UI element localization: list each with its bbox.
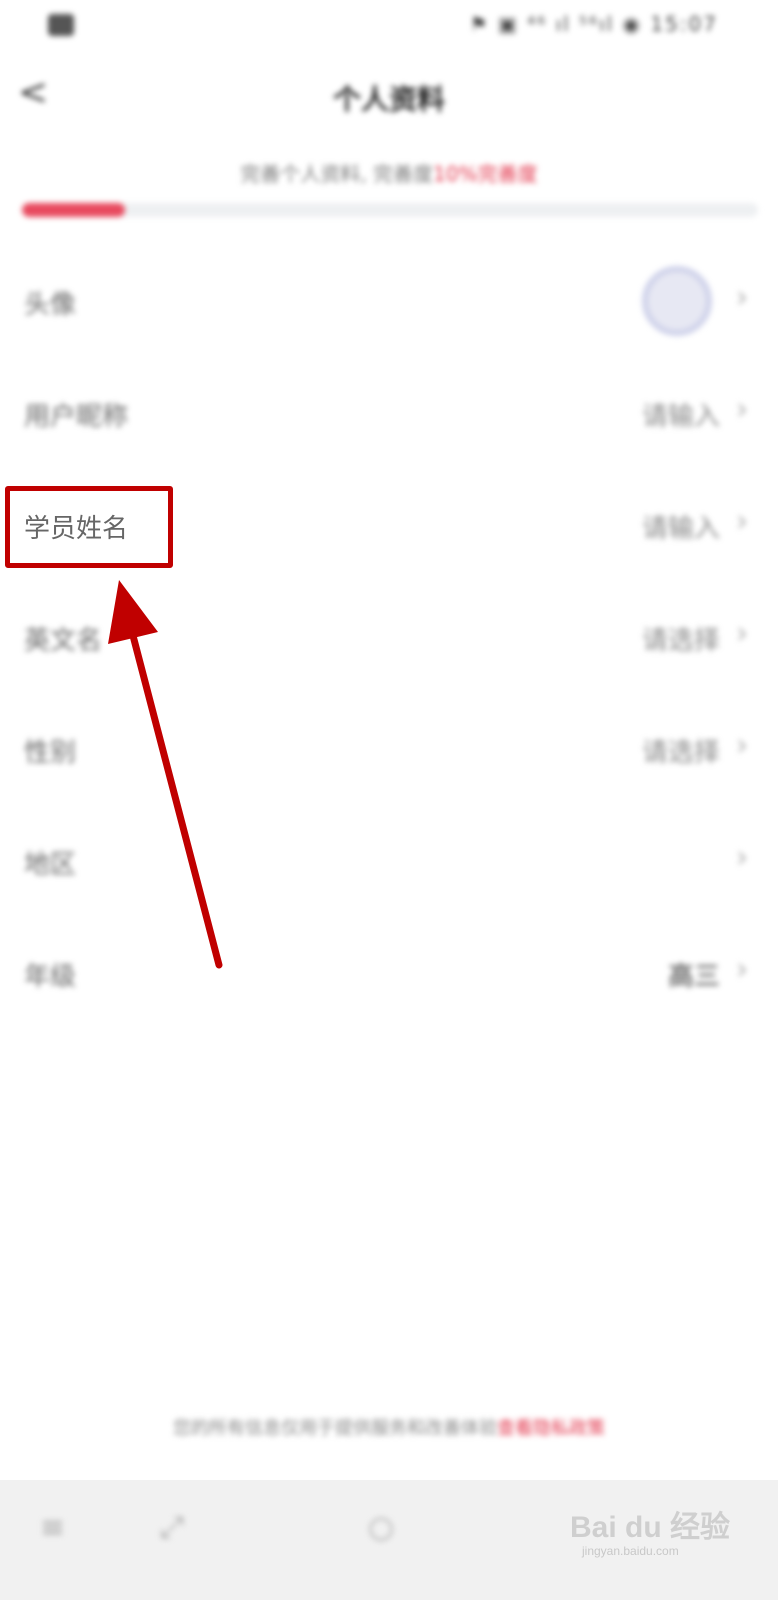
annotation-arrow-head bbox=[108, 580, 158, 644]
home-icon[interactable]: ○ bbox=[368, 1510, 394, 1545]
watermark-main: Bai du 经验 bbox=[570, 1511, 731, 1544]
baidu-jingyan-watermark: Bai du 经验 jingyan.baidu.com bbox=[570, 1492, 730, 1562]
privacy-policy-link[interactable]: 查看隐私政策 bbox=[497, 1418, 605, 1439]
watermark-sub: jingyan.baidu.com bbox=[582, 1544, 679, 1558]
privacy-note-text: 您的所有信息仅用于提供服务和改善体验 bbox=[173, 1418, 497, 1439]
expand-icon[interactable]: ⤢ bbox=[160, 1510, 184, 1545]
annotation-arrow-shaft bbox=[127, 624, 223, 969]
annotation-arrow bbox=[108, 580, 223, 969]
menu-icon[interactable]: ≡ bbox=[40, 1510, 65, 1545]
privacy-note: 您的所有信息仅用于提供服务和改善体验查看隐私政策 bbox=[0, 1414, 778, 1440]
